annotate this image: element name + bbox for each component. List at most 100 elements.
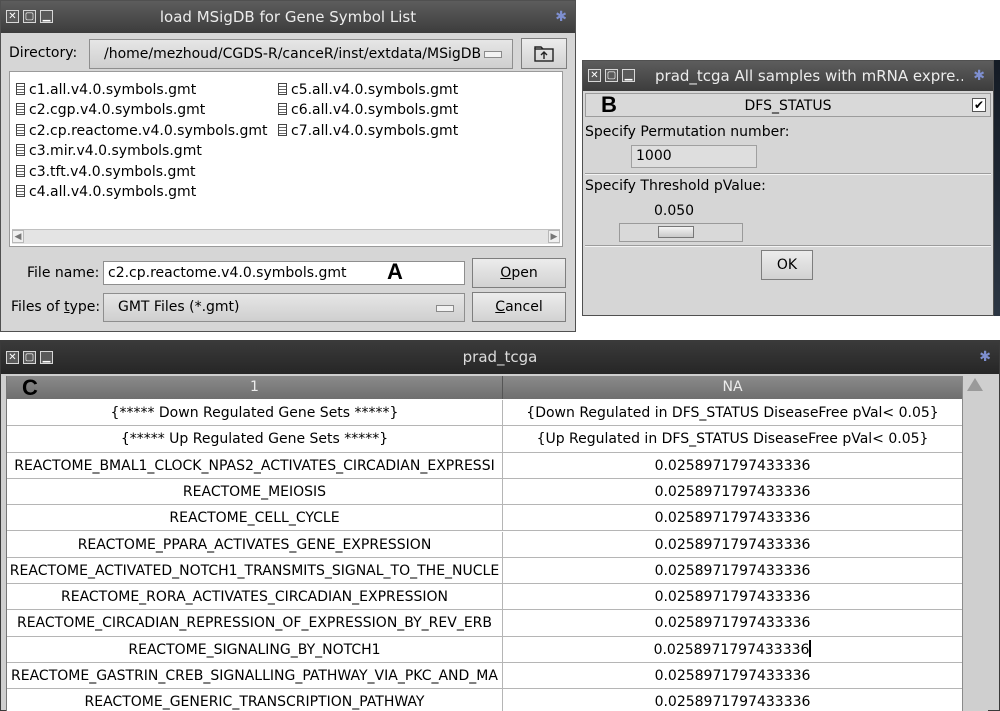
gene-set-cell[interactable]: REACTOME_CELL_CYCLE <box>7 505 503 532</box>
file-item[interactable]: c3.tft.v4.0.symbols.gmt <box>16 164 195 180</box>
table-row[interactable]: REACTOME_CELL_CYCLE 0.0258971797433336 <box>7 505 963 532</box>
file-item[interactable]: c3.mir.v4.0.symbols.gmt <box>16 143 202 159</box>
table-row[interactable]: {***** Down Regulated Gene Sets *****} {D… <box>7 400 963 427</box>
file-name-label: File name: <box>27 265 100 281</box>
slider-thumb[interactable] <box>658 226 694 238</box>
gene-set-cell[interactable]: REACTOME_BMAL1_CLOCK_NPAS2_ACTIVATES_CIR… <box>7 452 503 479</box>
horizontal-scrollbar[interactable]: ◀ ▶ <box>12 229 560 244</box>
file-icon <box>278 83 287 95</box>
close-icon[interactable]: ✕ <box>588 69 601 82</box>
files-of-type-combo[interactable]: GMT Files (*.gmt) <box>103 293 465 322</box>
annotation-a: A <box>387 259 403 284</box>
pvalue-cell[interactable]: {Down Regulated in DFS_STATUS DiseaseFre… <box>503 400 963 427</box>
window-menu-icon[interactable]: ✱ <box>973 68 985 84</box>
annotation-c: C <box>22 375 38 400</box>
threshold-label: Specify Threshold pValue: <box>585 178 766 194</box>
window-menu-icon[interactable]: ✱ <box>979 349 991 365</box>
file-icon <box>278 123 287 136</box>
gene-set-cell[interactable]: REACTOME_GENERIC_TRANSCRIPTION_PATHWAY <box>7 689 503 711</box>
gene-set-cell[interactable]: REACTOME_SIGNALING_BY_NOTCH1 <box>7 636 503 663</box>
pvalue-cell[interactable]: {Up Regulated in DFS_STATUS DiseaseFree … <box>503 426 963 453</box>
pvalue-cell[interactable]: 0.0258971797433336 <box>503 505 963 532</box>
dfs-status-checkbox[interactable]: ✔ <box>972 98 986 112</box>
file-item[interactable]: c1.all.v4.0.symbols.gmt <box>16 82 196 98</box>
pvalue-cell[interactable]: 0.0258971797433336 <box>503 689 963 711</box>
file-name-input[interactable]: c2.cp.reactome.v4.0.symbols.gmt <box>103 261 465 285</box>
table-row[interactable]: REACTOME_MEIOSIS 0.0258971797433336 <box>7 478 963 506</box>
scroll-left-icon[interactable]: ◀ <box>12 230 24 243</box>
minimize-icon[interactable]: ▁ <box>622 69 635 82</box>
gene-set-cell[interactable]: {***** Down Regulated Gene Sets *****} <box>7 400 503 427</box>
pvalue-text: 0.0258971797433336 <box>654 483 811 500</box>
pvalue-cell[interactable]: 0.0258971797433336 <box>503 452 963 479</box>
files-of-type-label-post: ype: <box>69 299 101 315</box>
table-row[interactable]: REACTOME_SIGNALING_BY_NOTCH1 0.0258971797… <box>7 636 963 663</box>
pvalue-text: 0.0258971797433336 <box>654 457 811 474</box>
table-row[interactable]: REACTOME_GENERIC_TRANSCRIPTION_PATHWAY 0.… <box>7 689 963 711</box>
maximize-icon[interactable]: ▢ <box>605 69 618 82</box>
vertical-scrollbar[interactable] <box>962 376 988 711</box>
directory-combo[interactable]: /home/mezhoud/CGDS-R/canceR/inst/extdata… <box>89 39 513 69</box>
table-row[interactable]: {***** Up Regulated Gene Sets *****} {Up … <box>7 426 963 453</box>
cancel-button[interactable]: Cancel <box>472 292 566 322</box>
pvalue-cell[interactable]: 0.0258971797433336 <box>503 610 963 637</box>
pvalue-text: 0.0258971797433336 <box>654 536 811 553</box>
pvalue-text: 0.0258971797433336 <box>654 562 811 579</box>
pvalue-cell[interactable]: 0.0258971797433336 <box>503 584 963 611</box>
pvalue-text: 0.0258971797433336 <box>654 694 811 711</box>
scroll-right-icon[interactable]: ▶ <box>548 230 560 243</box>
pvalue-cell[interactable]: 0.0258971797433336 <box>503 557 963 585</box>
column-header-1[interactable]: 1 <box>7 376 503 399</box>
file-list[interactable]: c1.all.v4.0.symbols.gmt c2.cgp.v4.0.symbo… <box>9 71 563 247</box>
pvalue-text: 0.0258971797433336 <box>653 641 810 658</box>
permutation-label: Specify Permutation number: <box>585 124 790 140</box>
pvalue-text: 0.0258971797433336 <box>654 615 811 632</box>
up-folder-button[interactable] <box>521 38 567 69</box>
pvalue-cell[interactable]: 0.0258971797433336 <box>503 531 963 558</box>
gene-set-cell[interactable]: REACTOME_PPARA_ACTIVATES_GENE_EXPRESSION <box>7 531 503 558</box>
gene-set-cell[interactable]: REACTOME_CIRCADIAN_REPRESSION_OF_EXPRESS… <box>7 610 503 637</box>
permutation-input[interactable]: 1000 <box>631 145 757 168</box>
file-icon <box>16 164 25 177</box>
results-table[interactable]: 1 NA {***** Down Regulated Gene Sets ***… <box>6 376 963 711</box>
table-row[interactable]: REACTOME_ACTIVATED_NOTCH1_TRANSMITS_SIGN… <box>7 557 963 585</box>
file-item[interactable]: c2.cp.reactome.v4.0.symbols.gmt <box>16 123 268 139</box>
gene-set-cell[interactable]: {***** Up Regulated Gene Sets *****} <box>7 426 503 453</box>
file-item[interactable]: c5.all.v4.0.symbols.gmt <box>278 82 458 98</box>
file-item[interactable]: c2.cgp.v4.0.symbols.gmt <box>16 102 205 118</box>
table-row[interactable]: REACTOME_GASTRIN_CREB_SIGNALLING_PATHWAY… <box>7 663 963 690</box>
gene-set-cell[interactable]: REACTOME_GASTRIN_CREB_SIGNALLING_PATHWAY… <box>7 663 503 690</box>
file-item-label: c1.all.v4.0.symbols.gmt <box>29 82 197 98</box>
file-item-label: c3.mir.v4.0.symbols.gmt <box>29 143 202 160</box>
scroll-up-icon[interactable] <box>967 378 983 391</box>
window-menu-icon[interactable]: ✱ <box>555 9 567 25</box>
dfs-status-header[interactable]: DFS_STATUS ✔ <box>585 93 991 117</box>
gene-set-cell[interactable]: REACTOME_MEIOSIS <box>7 478 503 506</box>
dialog-a-titlebar[interactable]: ✕ ▢ ▁ load MSigDB for Gene Symbol List ✱ <box>1 1 575 33</box>
table-row[interactable]: REACTOME_PPARA_ACTIVATES_GENE_EXPRESSION… <box>7 531 963 558</box>
file-icon <box>16 123 25 136</box>
table-row[interactable]: REACTOME_BMAL1_CLOCK_NPAS2_ACTIVATES_CIR… <box>7 452 963 479</box>
pvalue-cell[interactable]: 0.0258971797433336 <box>503 663 963 690</box>
threshold-slider[interactable] <box>619 223 743 242</box>
file-item[interactable]: c6.all.v4.0.symbols.gmt <box>278 102 458 118</box>
file-item[interactable]: c7.all.v4.0.symbols.gmt <box>278 123 458 139</box>
table-row[interactable]: REACTOME_CIRCADIAN_REPRESSION_OF_EXPRESS… <box>7 610 963 637</box>
ok-button[interactable]: OK <box>761 250 813 280</box>
file-icon <box>16 103 25 116</box>
gene-set-cell[interactable]: REACTOME_RORA_ACTIVATES_CIRCADIAN_EXPRES… <box>7 584 503 611</box>
dialog-b-titlebar[interactable]: ✕ ▢ ▁ prad_tcga All samples with mRNA ex… <box>583 61 993 91</box>
gene-set-name: REACTOME_RORA_ACTIVATES_CIRCADIAN_EXPRES… <box>61 589 448 606</box>
file-item[interactable]: c4.all.v4.0.symbols.gmt <box>16 184 196 200</box>
pvalue-cell[interactable]: 0.0258971797433336 <box>503 636 963 663</box>
pvalue-cell[interactable]: 0.0258971797433336 <box>503 478 963 506</box>
table-row[interactable]: REACTOME_RORA_ACTIVATES_CIRCADIAN_EXPRES… <box>7 584 963 611</box>
open-button[interactable]: Open <box>472 258 566 288</box>
gene-set-cell[interactable]: REACTOME_ACTIVATED_NOTCH1_TRANSMITS_SIGN… <box>7 557 503 585</box>
column-header-na[interactable]: NA <box>503 376 963 399</box>
results-titlebar[interactable]: ✕ ▢ ▁ prad_tcga ✱ <box>1 341 999 374</box>
desktop-background-white <box>0 332 576 340</box>
folder-up-icon <box>534 46 554 62</box>
files-of-type-label-pre: Files of <box>11 299 65 315</box>
gene-set-name: REACTOME_BMAL1_CLOCK_NPAS2_ACTIVATES_CIR… <box>14 457 495 474</box>
